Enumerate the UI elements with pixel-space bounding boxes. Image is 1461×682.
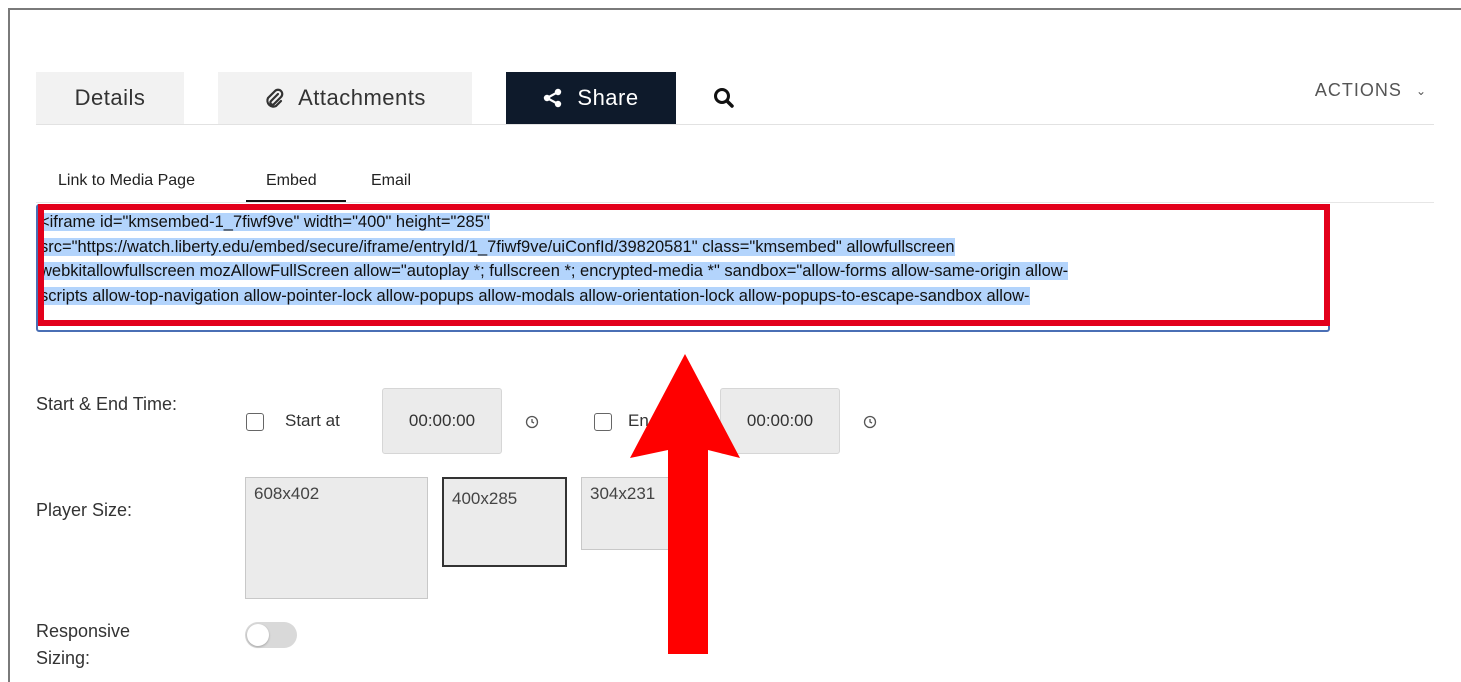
toggle-knob xyxy=(247,624,269,646)
tab-details-label: Details xyxy=(74,85,146,110)
player-size-option-608x402[interactable]: 608x402 xyxy=(245,477,428,599)
clock-icon xyxy=(863,415,877,429)
start-at-label: Start at xyxy=(285,411,340,430)
paperclip-icon xyxy=(264,88,284,108)
tab-share-label: Share xyxy=(577,85,639,110)
end-at-checkbox[interactable] xyxy=(594,413,612,431)
red-arrow-annotation xyxy=(630,354,740,654)
actions-label: ACTIONS xyxy=(1314,80,1402,100)
start-end-time-label: Start & End Time: xyxy=(36,394,178,414)
embed-code-line: webkitallowfullscreen mozAllowFullScreen… xyxy=(40,262,1069,280)
embed-code-line: <iframe id="kmsembed-1_7fiwf9ve" width="… xyxy=(40,213,490,231)
search-icon[interactable] xyxy=(712,86,738,112)
tabs-divider xyxy=(36,124,1434,125)
clock-icon xyxy=(525,415,539,429)
start-time-field[interactable]: 00:00:00 xyxy=(382,388,502,454)
tab-attachments[interactable]: Attachments xyxy=(218,72,472,124)
subtab-email[interactable]: Email xyxy=(371,172,411,190)
subtab-embed[interactable]: Embed xyxy=(266,172,317,190)
embed-code-text: <iframe id="kmsembed-1_7fiwf9ve" width="… xyxy=(40,210,1326,308)
player-size-label: Player Size: xyxy=(36,500,133,520)
embed-code-line: scripts allow-top-navigation allow-point… xyxy=(40,286,1030,305)
subtab-link-to-media-page[interactable]: Link to Media Page xyxy=(58,172,195,190)
actions-menu[interactable]: ACTIONS ⌄ xyxy=(1315,80,1427,101)
start-at-checkbox[interactable] xyxy=(246,413,264,431)
chevron-down-icon: ⌄ xyxy=(1415,83,1427,98)
player-size-option-400x285[interactable]: 400x285 xyxy=(442,477,567,567)
embed-code-line: src="https://watch.liberty.edu/embed/sec… xyxy=(40,237,955,256)
tab-share[interactable]: Share xyxy=(506,72,676,124)
share-icon xyxy=(543,88,563,108)
tab-details[interactable]: Details xyxy=(36,72,184,124)
tab-attachments-label: Attachments xyxy=(298,85,426,110)
responsive-sizing-toggle[interactable] xyxy=(245,622,297,648)
subtabs-divider xyxy=(36,202,1434,203)
responsive-sizing-label: Responsive Sizing: xyxy=(36,621,131,668)
